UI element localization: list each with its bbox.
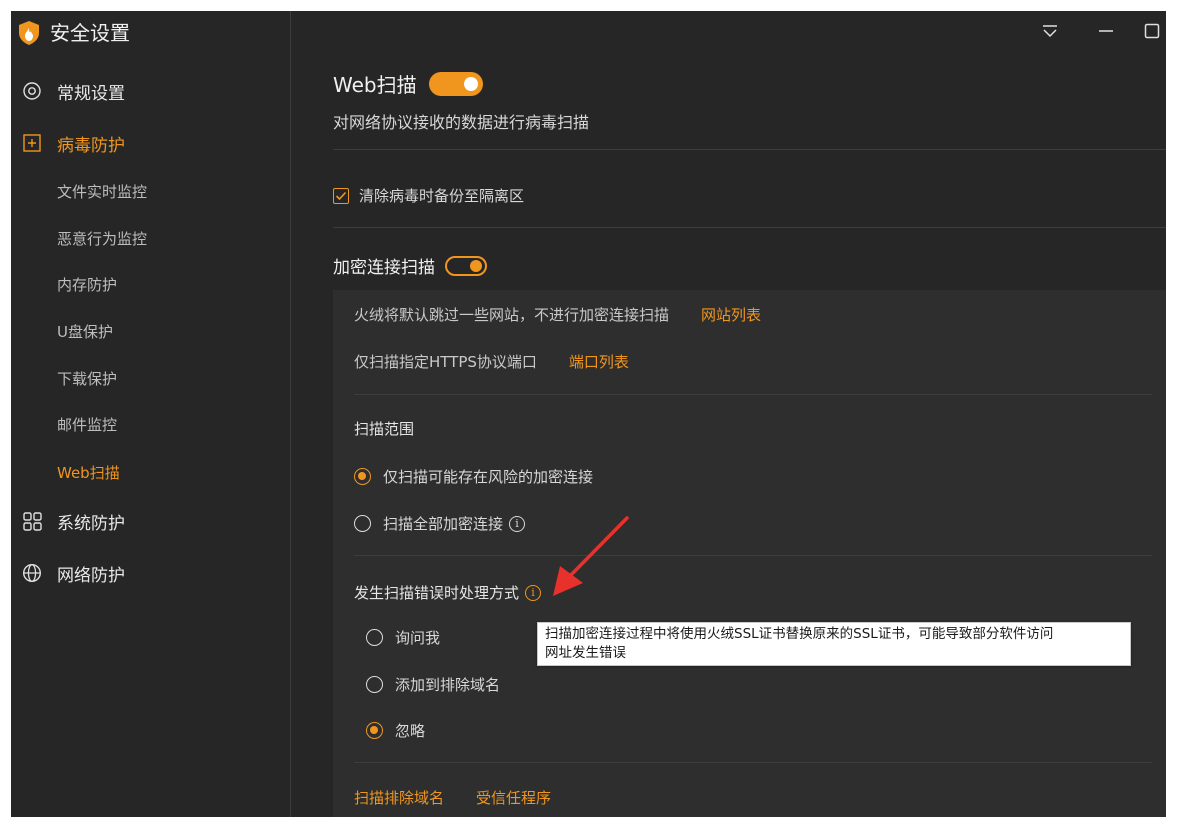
encrypted-scan-title: 加密连接扫描 — [333, 258, 435, 278]
radio-label: 询问我 — [395, 629, 441, 647]
sidebar-subitem-mail-monitor[interactable]: 邮件监控 — [57, 414, 117, 436]
skip-sites-row: 火绒将默认跳过一些网站，不进行加密连接扫描 网站列表 — [354, 304, 761, 325]
error-option-ignore[interactable]: 忽略 — [366, 720, 425, 741]
gear-icon — [21, 80, 43, 102]
port-row: 仅扫描指定HTTPS协议端口 端口列表 — [354, 351, 629, 372]
divider — [354, 394, 1152, 395]
web-scan-description: 对网络协议接收的数据进行病毒扫描 — [333, 113, 590, 132]
toggle-knob — [470, 259, 482, 272]
error-option-exclude[interactable]: 添加到排除域名 — [366, 674, 500, 695]
minimize-icon[interactable] — [1096, 21, 1116, 41]
checkbox-checked-icon[interactable] — [333, 187, 349, 204]
web-scan-toggle[interactable] — [428, 71, 483, 96]
settings-window: 安全设置 常规设置 病毒防护 文件实时监控 恶意行为监控 内存防护 U盘保护 下… — [11, 11, 1166, 817]
main-content: Web扫描 对网络协议接收的数据进行病毒扫描 清除病毒时备份至隔离区 加密连接扫… — [292, 11, 1166, 817]
error-option-ask[interactable]: 询问我 — [366, 627, 440, 648]
radio-selected-icon[interactable] — [354, 468, 371, 485]
web-scan-header: Web扫描 — [333, 69, 483, 98]
sidebar-item-label: 系统防护 — [57, 513, 125, 534]
menu-icon[interactable] — [1040, 21, 1060, 41]
exclude-domains-link[interactable]: 扫描排除域名 — [354, 787, 444, 808]
radio-label: 仅扫描可能存在风险的加密连接 — [383, 468, 594, 486]
sidebar-subitem-behavior-monitor[interactable]: 恶意行为监控 — [57, 228, 147, 250]
sidebar-item-label: 常规设置 — [57, 83, 125, 104]
error-handling-title: 发生扫描错误时处理方式 — [354, 584, 520, 602]
app-brand: 安全设置 — [19, 20, 130, 46]
skip-sites-text: 火绒将默认跳过一些网站，不进行加密连接扫描 — [354, 306, 670, 324]
quarantine-checkbox-row[interactable]: 清除病毒时备份至隔离区 — [333, 185, 524, 206]
divider — [333, 149, 1166, 150]
tooltip-line: 扫描加密连接过程中将使用火绒SSL证书替换原来的SSL证书，可能导致部分软件访问 — [545, 626, 1054, 642]
radio-label: 添加到排除域名 — [395, 676, 501, 694]
plus-box-icon — [21, 132, 43, 154]
sidebar-item-network-protection[interactable]: 网络防护 — [21, 561, 125, 586]
scan-scope-title: 扫描范围 — [354, 420, 415, 438]
radio-selected-icon[interactable] — [366, 722, 383, 739]
sidebar-subitem-download-protection[interactable]: 下载保护 — [57, 368, 117, 390]
sidebar: 安全设置 常规设置 病毒防护 文件实时监控 恶意行为监控 内存防护 U盘保护 下… — [11, 11, 291, 817]
divider — [354, 555, 1152, 556]
bottom-links-row: 扫描排除域名 受信任程序 — [354, 787, 551, 808]
app-title: 安全设置 — [50, 21, 130, 45]
sidebar-item-label: 网络防护 — [57, 565, 125, 586]
info-icon[interactable]: i — [509, 515, 526, 532]
sidebar-subitem-usb-protection[interactable]: U盘保护 — [57, 321, 113, 343]
scope-option-risky[interactable]: 仅扫描可能存在风险的加密连接 — [354, 466, 593, 487]
info-icon[interactable]: i — [525, 584, 542, 601]
port-text: 仅扫描指定HTTPS协议端口 — [354, 353, 537, 371]
divider — [333, 227, 1166, 228]
flame-shield-logo-icon — [19, 21, 39, 45]
encrypted-scan-panel: 火绒将默认跳过一些网站，不进行加密连接扫描 网站列表 仅扫描指定HTTPS协议端… — [333, 290, 1166, 817]
quarantine-checkbox-label: 清除病毒时备份至隔离区 — [359, 187, 525, 205]
sidebar-subitem-memory-protection[interactable]: 内存防护 — [57, 274, 117, 296]
site-list-link[interactable]: 网站列表 — [701, 304, 761, 325]
maximize-icon[interactable] — [1142, 21, 1162, 41]
radio-label: 扫描全部加密连接 — [383, 515, 504, 533]
sidebar-subitem-web-scan[interactable]: Web扫描 — [57, 462, 120, 484]
sidebar-item-general[interactable]: 常规设置 — [21, 79, 125, 104]
encrypted-scan-header: 加密连接扫描 — [333, 253, 487, 278]
tooltip-line: 网址发生错误 — [545, 645, 626, 661]
grid-icon — [21, 510, 43, 532]
radio-label: 忽略 — [395, 722, 426, 740]
radio-unselected-icon[interactable] — [354, 515, 371, 532]
ssl-tooltip: 扫描加密连接过程中将使用火绒SSL证书替换原来的SSL证书，可能导致部分软件访问… — [537, 622, 1131, 666]
toggle-knob — [463, 76, 478, 91]
sidebar-item-label: 病毒防护 — [57, 135, 125, 156]
encrypted-scan-toggle[interactable] — [445, 255, 487, 276]
scope-option-all[interactable]: 扫描全部加密连接 i — [354, 513, 526, 534]
web-scan-title: Web扫描 — [333, 73, 417, 97]
error-handling-header: 发生扫描错误时处理方式 i — [354, 582, 542, 603]
trusted-programs-link[interactable]: 受信任程序 — [476, 787, 551, 808]
globe-icon — [21, 562, 43, 584]
sidebar-item-virus-protection[interactable]: 病毒防护 — [21, 131, 125, 156]
sidebar-item-system-protection[interactable]: 系统防护 — [21, 509, 125, 534]
radio-unselected-icon[interactable] — [366, 629, 383, 646]
divider — [354, 762, 1152, 763]
sidebar-subitem-file-monitor[interactable]: 文件实时监控 — [57, 181, 147, 203]
port-list-link[interactable]: 端口列表 — [569, 351, 629, 372]
radio-unselected-icon[interactable] — [366, 676, 383, 693]
